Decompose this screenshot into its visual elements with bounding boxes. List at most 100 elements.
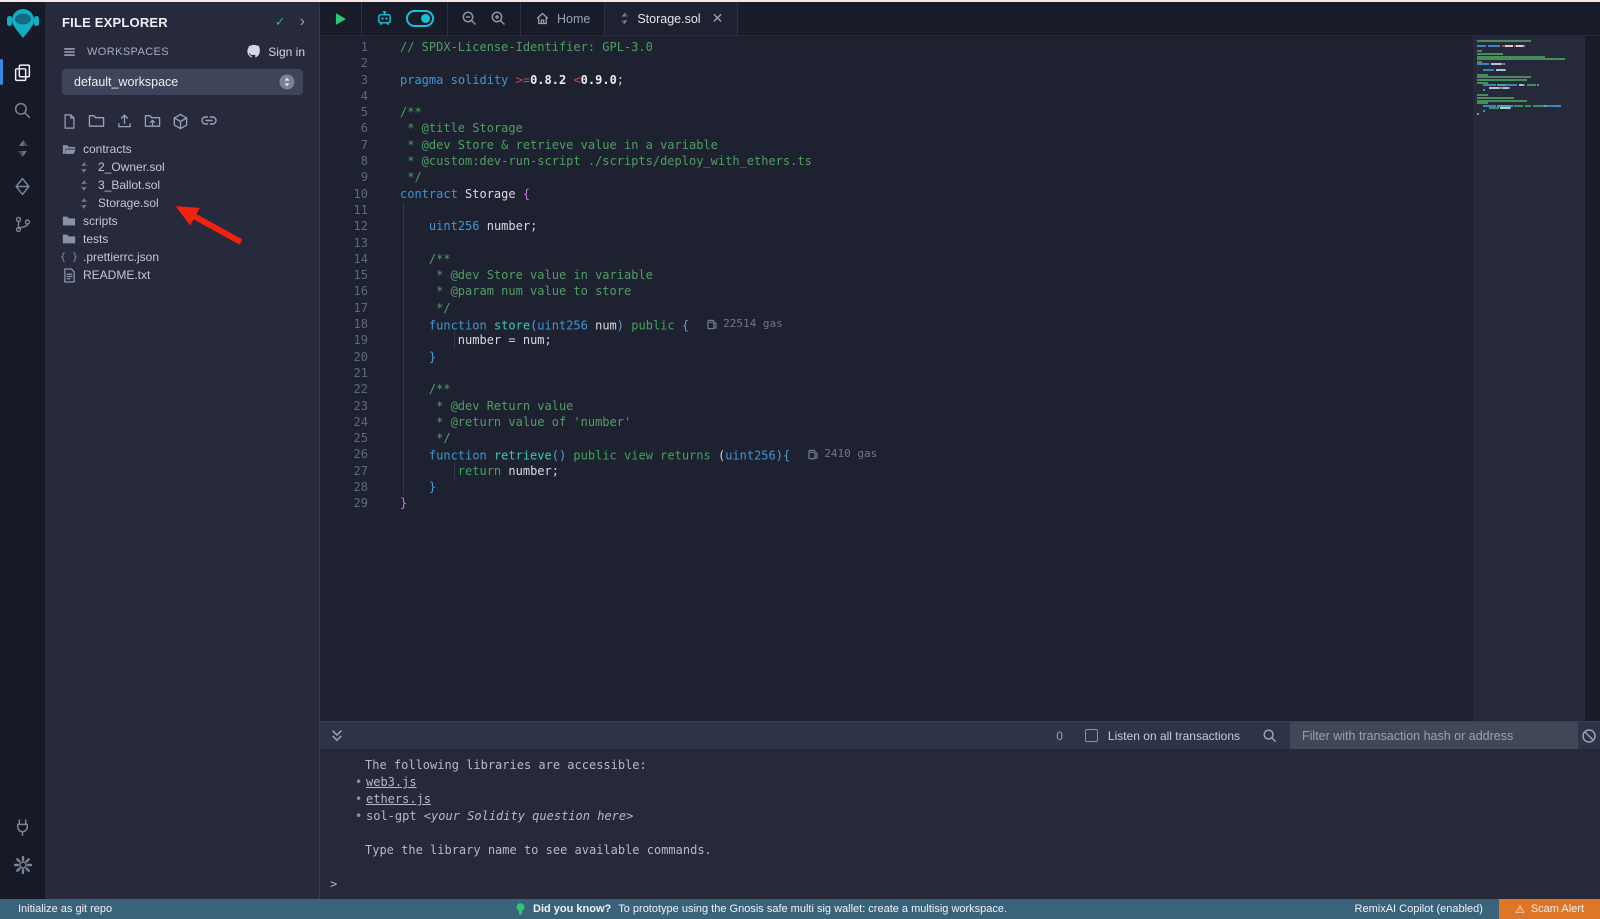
rail-solidity-compiler-icon[interactable] — [0, 130, 46, 166]
tree-item-tests[interactable]: tests — [46, 230, 319, 248]
editor-scrollbar[interactable] — [1585, 36, 1600, 721]
workspace-select[interactable]: default_workspace — [62, 69, 303, 95]
terminal-line: Type the library name to see available c… — [330, 842, 1600, 859]
tree-item-2-owner-sol[interactable]: 2_Owner.sol — [46, 158, 319, 176]
scam-alert-label: Scam Alert — [1531, 903, 1584, 915]
library-link[interactable]: web3.js — [366, 775, 417, 789]
code-line-6: * @title Storage — [400, 120, 1473, 136]
solidity-file-icon — [77, 161, 91, 174]
new-folder-icon[interactable] — [88, 113, 105, 130]
listen-all-label: Listen on all transactions — [1108, 729, 1240, 743]
line-number: 22 — [320, 381, 368, 397]
code-line-2 — [400, 55, 1473, 71]
terminal-collapse-icon[interactable] — [330, 728, 344, 743]
did-you-know-tip: Did you know? To prototype using the Gno… — [515, 902, 1007, 916]
tab-storage-sol[interactable]: Storage.sol ✕ — [605, 2, 738, 35]
workspace-select-caret-icon — [279, 74, 295, 90]
clear-console-icon[interactable] — [1578, 728, 1600, 744]
tree-item-storage-sol[interactable]: Storage.sol — [46, 194, 319, 212]
tree-item-contracts[interactable]: contracts — [46, 140, 319, 158]
upload-file-icon[interactable] — [116, 113, 133, 130]
tree-item--prettierrc-json[interactable]: { }.prettierrc.json — [46, 248, 319, 266]
code-line-3: pragma solidity >=0.8.2 <0.9.0; — [400, 72, 1473, 88]
tree-item-readme-txt[interactable]: README.txt — [46, 266, 319, 284]
editor-column: Home Storage.sol ✕ 123456789101112131415… — [320, 2, 1600, 899]
folder-open-icon — [62, 143, 76, 156]
solidity-file-icon — [619, 12, 630, 25]
copilot-status[interactable]: RemixAI Copilot (enabled) — [1355, 903, 1483, 915]
tab-home-label: Home — [557, 12, 590, 26]
tree-item-label: README.txt — [83, 268, 150, 282]
new-file-icon[interactable] — [62, 113, 77, 130]
zoom-out-icon[interactable] — [461, 10, 478, 27]
code-content[interactable]: // SPDX-License-Identifier: GPL-3.0 pragm… — [400, 39, 1473, 721]
check-icon: ✓ — [275, 14, 286, 30]
tab-home[interactable]: Home — [521, 2, 605, 35]
rail-file-explorer-icon[interactable] — [0, 54, 46, 90]
sign-in-button[interactable]: Sign in — [246, 44, 305, 59]
line-number: 1 — [320, 39, 368, 55]
tab-storage-label: Storage.sol — [637, 12, 700, 26]
editor-toolbar-and-tabs: Home Storage.sol ✕ — [320, 2, 1600, 36]
line-number: 5 — [320, 104, 368, 120]
terminal[interactable]: The following libraries are accessible:•… — [320, 749, 1600, 899]
code-line-25: */ — [400, 430, 1473, 446]
line-number: 15 — [320, 267, 368, 283]
line-number: 17 — [320, 300, 368, 316]
line-number: 12 — [320, 218, 368, 234]
terminal-prompt[interactable]: > — [330, 877, 1600, 894]
minimap[interactable] — [1473, 36, 1585, 721]
code-line-12: uint256 number; — [400, 218, 1473, 234]
workspaces-menu-icon[interactable] — [62, 45, 77, 59]
rail-search-icon[interactable] — [0, 92, 46, 128]
gas-estimate-badge: 22514 gas — [707, 316, 783, 332]
ipfs-box-icon[interactable] — [172, 113, 189, 130]
rail-git-icon[interactable] — [0, 206, 46, 242]
terminal-line: •ethers.js — [330, 791, 1600, 808]
code-line-15: * @dev Store value in variable — [400, 267, 1473, 283]
run-script-button[interactable] — [333, 11, 348, 27]
activity-bar-bottom-icons — [0, 809, 46, 885]
tree-item-label: contracts — [83, 142, 132, 156]
panel-title: FILE EXPLORER — [62, 15, 275, 30]
folder-icon — [62, 233, 76, 245]
line-number: 20 — [320, 349, 368, 365]
remixai-robot-icon[interactable] — [375, 9, 394, 28]
line-number: 7 — [320, 137, 368, 153]
git-init-button[interactable]: Initialize as git repo — [18, 903, 112, 915]
line-number: 28 — [320, 479, 368, 495]
link-workspace-icon[interactable] — [200, 113, 218, 130]
terminal-line: •web3.js — [330, 774, 1600, 791]
upload-folder-icon[interactable] — [144, 113, 161, 130]
code-line-20: } — [400, 349, 1473, 365]
remix-logo-icon — [5, 7, 41, 40]
tree-item-3-ballot-sol[interactable]: 3_Ballot.sol — [46, 176, 319, 194]
code-line-1: // SPDX-License-Identifier: GPL-3.0 — [400, 39, 1473, 55]
rail-deploy-run-icon[interactable] — [0, 168, 46, 204]
rail-settings-icon[interactable] — [0, 847, 46, 883]
text-file-icon — [62, 268, 76, 283]
code-line-17: */ — [400, 300, 1473, 316]
terminal-search-icon — [1262, 728, 1278, 744]
tab-close-icon[interactable]: ✕ — [712, 10, 724, 27]
copilot-toggle-on[interactable] — [406, 10, 434, 27]
code-editor[interactable]: 1234567891011121314151617181920212223242… — [320, 36, 1600, 721]
gas-estimate-badge: 2410 gas — [808, 446, 877, 462]
tree-item-scripts[interactable]: scripts — [46, 212, 319, 230]
code-line-21 — [400, 365, 1473, 381]
code-line-26: function retrieve() public view returns … — [400, 446, 1473, 462]
zoom-in-icon[interactable] — [490, 10, 507, 27]
line-number: 14 — [320, 251, 368, 267]
chevron-right-icon[interactable]: › — [300, 16, 305, 28]
folder-icon — [62, 215, 76, 227]
scam-alert-button[interactable]: ⚠ Scam Alert — [1499, 899, 1600, 919]
transaction-filter-input[interactable] — [1290, 722, 1578, 750]
code-line-18: function store(uint256 num) public {2251… — [400, 316, 1473, 332]
tree-item-label: 3_Ballot.sol — [98, 178, 160, 192]
line-number: 26 — [320, 446, 368, 462]
file-tree: contracts 2_Owner.sol 3_Ballot.sol Storage.… — [46, 140, 319, 284]
library-link[interactable]: ethers.js — [366, 792, 431, 806]
terminal-output: The following libraries are accessible:•… — [330, 757, 1600, 859]
rail-plugin-manager-icon[interactable] — [0, 809, 46, 845]
listen-all-checkbox[interactable] — [1085, 729, 1098, 742]
